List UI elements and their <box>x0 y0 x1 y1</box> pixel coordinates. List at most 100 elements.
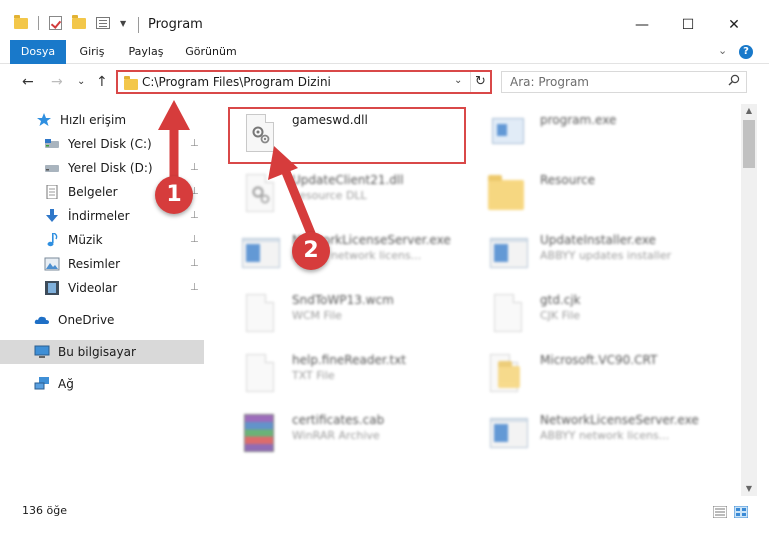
file-name: certificates.cab <box>292 413 385 427</box>
file-name: SndToWP13.wcm <box>292 293 394 307</box>
file-description: TXT File <box>292 369 335 382</box>
address-path[interactable]: C:\Program Files\Program Dizini <box>142 75 331 89</box>
up-button[interactable]: ↑ <box>96 74 108 90</box>
sidebar-item-label: Hızlı erişim <box>60 113 127 127</box>
sidebar-item-label: Yerel Disk (D:) <box>68 161 153 175</box>
sidebar-item-onedrive[interactable]: OneDrive <box>0 308 204 332</box>
file-name: UpdateClient21.dll <box>292 173 404 187</box>
search-input[interactable] <box>502 72 722 92</box>
blank-file-icon <box>486 292 526 336</box>
ribbon-expand-icon[interactable]: ⌄ <box>718 44 727 57</box>
pin-icon[interactable]: ⊥ <box>190 234 199 245</box>
step-badge-2: 2 <box>292 232 330 270</box>
sidebar-item-local-disk-c[interactable]: Yerel Disk (C:) ⊥ <box>0 132 204 156</box>
sidebar-item-label: Yerel Disk (C:) <box>68 137 152 151</box>
details-view-icon[interactable] <box>713 506 727 518</box>
refresh-button[interactable]: ↻ <box>470 72 490 92</box>
file-item-help-txt[interactable]: help.fineReader.txt TXT File <box>222 348 462 404</box>
pin-icon[interactable]: ⊥ <box>190 162 199 173</box>
tab-dosya[interactable]: Dosya <box>10 40 66 64</box>
customize-toolbar-icon[interactable]: ▼ <box>120 19 126 28</box>
help-icon[interactable]: ? <box>739 45 753 59</box>
file-item-updateinstaller-exe[interactable]: UpdateInstaller.exe ABBYY updates instal… <box>470 228 710 284</box>
item-count: 136 öğe <box>22 504 67 517</box>
sidebar-item-music[interactable]: Müzik ⊥ <box>0 228 204 252</box>
file-name: NetworkLicenseServer.exe <box>540 413 699 427</box>
file-name: gameswd.dll <box>292 113 368 127</box>
file-item-updateclient21-dll[interactable]: UpdateClient21.dll Resource DLL <box>222 168 462 224</box>
pin-icon[interactable]: ⊥ <box>190 258 199 269</box>
search-icon[interactable] <box>728 74 740 86</box>
ribbon-tabs: Dosya Giriş Paylaş Görünüm ⌄ <box>0 40 769 64</box>
step-badge-1: 1 <box>155 176 193 214</box>
exe-icon <box>486 112 526 156</box>
file-name: Resource <box>540 173 596 187</box>
sidebar-item-videos[interactable]: Videolar ⊥ <box>0 276 204 300</box>
file-description: ABBYY network licens... <box>540 429 670 442</box>
sidebar-item-label: Resimler <box>68 257 121 271</box>
file-name: Microsoft.VC90.CRT <box>540 353 658 367</box>
sidebar-item-label: Videolar <box>68 281 118 295</box>
music-icon <box>47 233 58 247</box>
file-name: program.exe <box>540 113 617 127</box>
navigation-bar: ← → ⌄ ↑ C:\Program Files\Program Dizini … <box>0 64 769 102</box>
tab-paylas[interactable]: Paylaş <box>122 40 170 64</box>
folder-icon <box>14 14 28 29</box>
toolbar-separator <box>38 16 39 30</box>
sidebar-item-label: Bu bilgisayar <box>58 345 136 359</box>
new-folder-icon[interactable] <box>72 14 86 29</box>
view-options-icon[interactable] <box>96 17 110 29</box>
sidebar-item-quick-access[interactable]: Hızlı erişim <box>0 108 204 132</box>
folder-icon <box>486 172 526 216</box>
close-button[interactable]: ✕ <box>711 10 757 40</box>
file-description: CJK File <box>540 309 581 322</box>
file-item-sndtowp13-wcm[interactable]: SndToWP13.wcm WCM File <box>222 288 462 344</box>
network-icon <box>34 377 49 390</box>
sidebar-item-label: İndirmeler <box>68 209 130 223</box>
pin-icon[interactable]: ⊥ <box>190 138 199 149</box>
file-item-certificates-cab[interactable]: certificates.cab WinRAR Archive <box>222 408 462 464</box>
sidebar-item-network[interactable]: Ağ <box>0 372 204 396</box>
file-list: gameswd.dll program.exe UpdateClient21.d… <box>208 104 741 496</box>
folder-icon <box>486 352 526 396</box>
minimize-button[interactable]: — <box>619 10 665 40</box>
back-button[interactable]: ← <box>22 74 34 90</box>
scroll-thumb[interactable] <box>743 120 755 168</box>
blank-file-icon <box>238 292 278 336</box>
file-description: WCM File <box>292 309 342 322</box>
scroll-down-icon[interactable]: ▼ <box>741 482 757 496</box>
sidebar-item-this-pc[interactable]: Bu bilgisayar <box>0 340 204 364</box>
file-item-microsoft-vc90-crt[interactable]: Microsoft.VC90.CRT <box>470 348 710 404</box>
cloud-icon <box>34 316 49 324</box>
vertical-scrollbar[interactable]: ▲ ▼ <box>741 104 757 496</box>
file-item-gtd-cjk[interactable]: gtd.cjk CJK File <box>470 288 710 344</box>
sidebar-item-label: OneDrive <box>58 313 115 327</box>
pin-icon[interactable]: ⊥ <box>190 282 199 293</box>
sidebar-item-label: Ağ <box>58 377 74 391</box>
quick-access-toolbar: ▼ <box>14 14 126 30</box>
pin-icon[interactable]: ⊥ <box>190 210 199 221</box>
recent-locations-button[interactable]: ⌄ <box>77 76 85 87</box>
tab-gorunum[interactable]: Görünüm <box>180 40 242 64</box>
forward-button[interactable]: → <box>51 74 63 90</box>
address-bar[interactable]: C:\Program Files\Program Dizini ⌄ ↻ <box>116 70 492 94</box>
scroll-up-icon[interactable]: ▲ <box>741 104 757 118</box>
file-item-networklicenseserver-exe[interactable]: NetworkLicenseServer.exe ABBYY network l… <box>222 228 462 284</box>
download-icon <box>46 209 58 222</box>
large-icons-view-icon[interactable] <box>734 506 748 518</box>
drive-icon <box>45 165 59 172</box>
properties-check-icon[interactable] <box>49 16 62 30</box>
file-item-gameswd-dll[interactable]: gameswd.dll <box>222 108 462 164</box>
file-name: gtd.cjk <box>540 293 581 307</box>
file-description: ABBYY updates installer <box>540 249 672 262</box>
tab-giris[interactable]: Giriş <box>70 40 114 64</box>
file-item-networklicenseserver-exe-2[interactable]: NetworkLicenseServer.exe ABBYY network l… <box>470 408 710 464</box>
file-item-program-exe[interactable]: program.exe <box>470 108 710 164</box>
file-item-resource-folder[interactable]: Resource <box>470 168 710 224</box>
star-icon <box>37 113 51 126</box>
address-dropdown-icon[interactable]: ⌄ <box>454 75 462 86</box>
maximize-button[interactable]: ☐ <box>665 10 711 40</box>
search-box[interactable] <box>501 71 747 93</box>
status-bar: 136 öğe <box>0 498 769 523</box>
sidebar-item-pictures[interactable]: Resimler ⊥ <box>0 252 204 276</box>
